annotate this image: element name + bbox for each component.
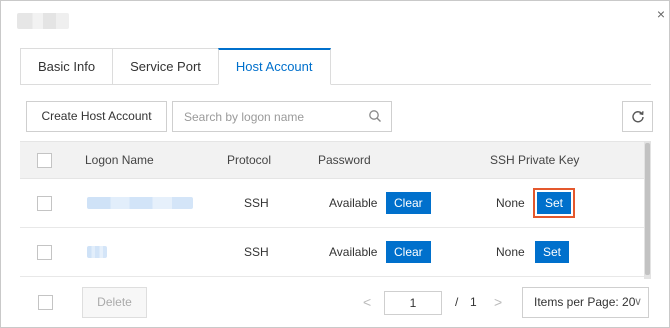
- tabs-divider: [20, 84, 651, 85]
- table-row: SSH Available Clear None Set: [20, 228, 644, 277]
- page-separator: /: [455, 295, 459, 309]
- chevron-down-icon: ∨: [633, 296, 642, 308]
- table-header: Logon Name Protocol Password SSH Private…: [20, 141, 644, 179]
- refresh-button[interactable]: [622, 101, 653, 132]
- set-ssh-key-button[interactable]: Set: [535, 241, 570, 263]
- search-icon[interactable]: [368, 109, 382, 123]
- tab-service-port[interactable]: Service Port: [112, 48, 218, 85]
- tab-bar: Basic Info Service Port Host Account: [20, 48, 331, 85]
- select-all-cell: [37, 142, 52, 178]
- create-host-account-button[interactable]: Create Host Account: [26, 101, 167, 132]
- ssh-key-status: None: [496, 196, 525, 210]
- items-per-page-select[interactable]: Items per Page: 20 ∨: [522, 287, 649, 318]
- search-box: [172, 101, 392, 132]
- items-per-page-label: Items per Page: 20: [534, 295, 636, 309]
- close-icon[interactable]: ×: [654, 7, 668, 21]
- page-number-input[interactable]: 1: [384, 291, 442, 315]
- row-checkbox[interactable]: [37, 195, 52, 211]
- row-checkbox[interactable]: [37, 244, 52, 260]
- column-header-logon-name: Logon Name: [85, 153, 154, 167]
- tab-host-account[interactable]: Host Account: [217, 48, 331, 85]
- protocol-value: SSH: [244, 245, 269, 259]
- table-row: SSH Available Clear None Set: [20, 179, 644, 228]
- dialog-title-redacted: [17, 13, 69, 29]
- column-header-protocol: Protocol: [227, 153, 272, 167]
- set-ssh-key-button[interactable]: Set: [532, 188, 576, 218]
- refresh-icon: [631, 111, 644, 123]
- next-page-icon[interactable]: >: [494, 295, 506, 309]
- column-header-password: Password: [318, 153, 371, 167]
- delete-button[interactable]: Delete: [82, 287, 147, 318]
- logon-name-redacted[interactable]: [87, 197, 193, 209]
- logon-name-redacted[interactable]: [87, 246, 107, 258]
- search-input[interactable]: [174, 103, 354, 130]
- footer-select-all-checkbox[interactable]: [38, 295, 53, 310]
- column-header-ssh-private-key: SSH Private Key: [490, 153, 580, 167]
- tab-basic-info[interactable]: Basic Info: [20, 48, 113, 85]
- host-account-table: Logon Name Protocol Password SSH Private…: [20, 141, 644, 277]
- clear-password-button[interactable]: Clear: [386, 192, 431, 214]
- select-all-checkbox[interactable]: [37, 152, 52, 168]
- password-status: Available: [329, 245, 378, 259]
- dialog: × Basic Info Service Port Host Account C…: [0, 0, 670, 328]
- ssh-key-status: None: [496, 245, 525, 259]
- previous-page-icon[interactable]: <: [363, 295, 375, 309]
- page-total: 1: [470, 295, 477, 309]
- clear-password-button[interactable]: Clear: [386, 241, 431, 263]
- scrollbar-thumb[interactable]: [645, 143, 650, 275]
- protocol-value: SSH: [244, 196, 269, 210]
- password-status: Available: [329, 196, 378, 210]
